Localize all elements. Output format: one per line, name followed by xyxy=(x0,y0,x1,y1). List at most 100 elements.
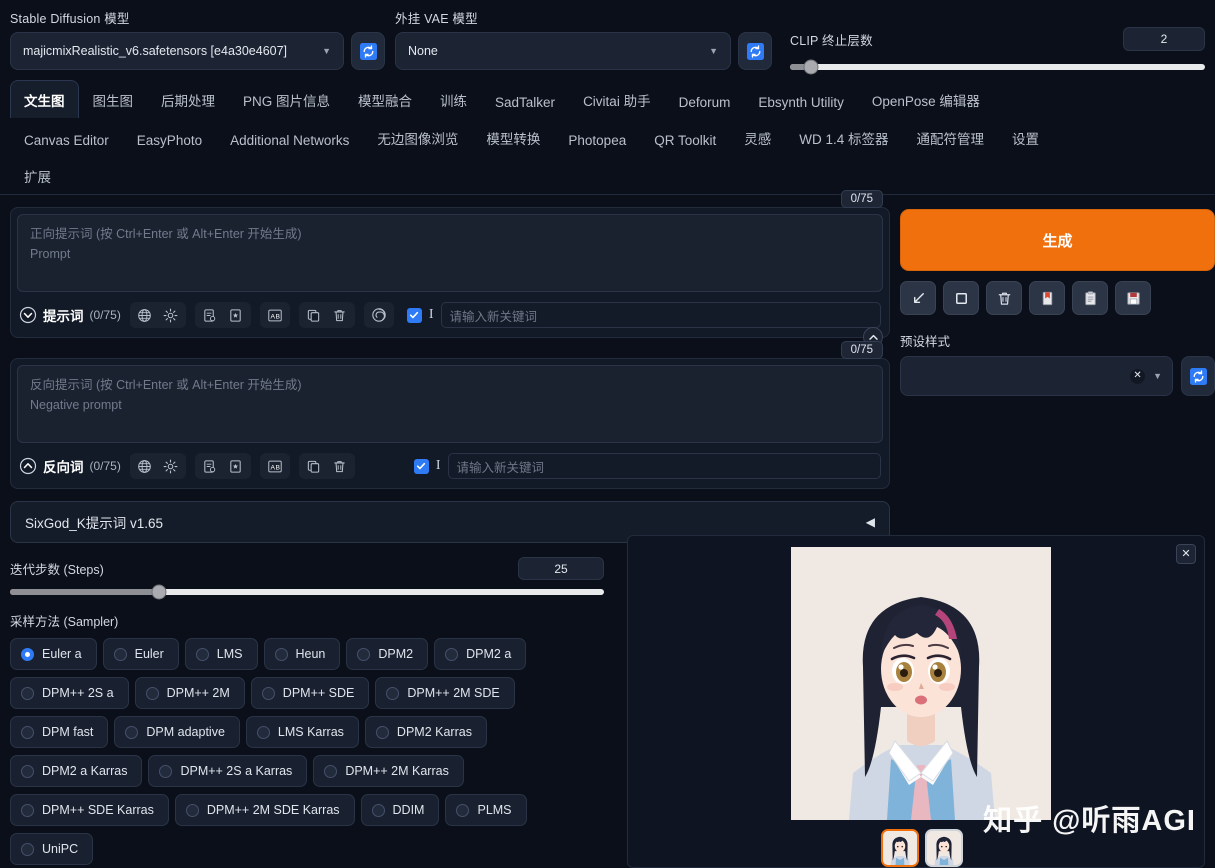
sampler-option-dpm2-a[interactable]: DPM2 a xyxy=(434,638,527,670)
radio-icon xyxy=(21,725,34,739)
tab-Ebsynth Utility[interactable]: Ebsynth Utility xyxy=(744,85,858,118)
tab-文生图[interactable]: 文生图 xyxy=(10,80,79,118)
sampler-option-dpm2[interactable]: DPM2 xyxy=(346,638,429,670)
clip-skip-value[interactable]: 2 xyxy=(1123,27,1205,51)
refresh-vae-button[interactable] xyxy=(738,32,772,70)
tab-图生图[interactable]: 图生图 xyxy=(79,80,148,118)
tab-WD 1.4 标签器[interactable]: WD 1.4 标签器 xyxy=(785,118,902,156)
copy-icon[interactable] xyxy=(303,456,325,476)
sampler-option-dpm-2m-karras[interactable]: DPM++ 2M Karras xyxy=(313,755,464,787)
sampler-option-label: DPM2 a Karras xyxy=(42,764,128,778)
generate-button[interactable]: 生成 xyxy=(900,209,1215,271)
trash-icon[interactable] xyxy=(329,456,351,476)
spiral-icon[interactable] xyxy=(368,305,390,325)
vae-model-select[interactable]: None ▼ xyxy=(395,32,731,70)
sampler-option-dpm-2m[interactable]: DPM++ 2M xyxy=(134,677,245,709)
tab-Additional Networks[interactable]: Additional Networks xyxy=(216,123,363,156)
sampler-option-dpm-2s-a-karras[interactable]: DPM++ 2S a Karras xyxy=(148,755,308,787)
sampler-option-heun[interactable]: Heun xyxy=(263,638,341,670)
styles-select[interactable]: ✕ ▼ xyxy=(900,356,1173,396)
gear-icon[interactable] xyxy=(160,456,182,476)
sampler-option-dpm-sde[interactable]: DPM++ SDE xyxy=(250,677,370,709)
radio-icon xyxy=(445,647,459,661)
thumbnail-1[interactable] xyxy=(925,829,963,867)
sampler-option-euler-a[interactable]: Euler a xyxy=(10,638,97,670)
bookmark-icon[interactable] xyxy=(225,305,247,325)
tab-PNG 图片信息[interactable]: PNG 图片信息 xyxy=(229,80,344,118)
sd-model-select[interactable]: majicmixRealistic_v6.safetensors [e4a30e… xyxy=(10,32,344,70)
sampler-option-dpm-2s-a[interactable]: DPM++ 2S a xyxy=(10,677,129,709)
square-icon-button[interactable] xyxy=(943,281,979,315)
globe-icon[interactable] xyxy=(134,456,156,476)
sampler-option-euler[interactable]: Euler xyxy=(102,638,179,670)
sampler-option-lms[interactable]: LMS xyxy=(184,638,258,670)
generated-image[interactable] xyxy=(791,547,1051,820)
keyword-enable-checkbox[interactable] xyxy=(406,307,422,323)
sampler-option-dpm2-a-karras[interactable]: DPM2 a Karras xyxy=(10,755,143,787)
sampler-option-dpm2-karras[interactable]: DPM2 Karras xyxy=(364,716,487,748)
copy-icon[interactable] xyxy=(303,305,325,325)
sampler-option-dpm-sde-karras[interactable]: DPM++ SDE Karras xyxy=(10,794,169,826)
tab-后期处理[interactable]: 后期处理 xyxy=(147,80,229,118)
clip-skip-slider[interactable] xyxy=(790,59,1205,75)
tab-SadTalker[interactable]: SadTalker xyxy=(481,85,569,118)
tab-扩展[interactable]: 扩展 xyxy=(10,156,65,194)
keyword-input[interactable]: 请输入新关键词 xyxy=(440,302,881,328)
sampler-option-dpm-fast[interactable]: DPM fast xyxy=(10,716,109,748)
tab-OpenPose 编辑器[interactable]: OpenPose 编辑器 xyxy=(858,80,994,118)
sampler-option-label: DPM++ 2S a Karras xyxy=(180,764,293,778)
document-icon[interactable] xyxy=(199,456,221,476)
prompt-section-header[interactable]: 提示词 (0/75) xyxy=(19,305,121,325)
arrow-down-left-icon-button[interactable] xyxy=(900,281,936,315)
radio-icon xyxy=(375,725,389,739)
preview-close-button[interactable]: ✕ xyxy=(1176,544,1196,564)
translate-icon[interactable]: AB xyxy=(264,456,286,476)
tab-模型融合[interactable]: 模型融合 xyxy=(344,80,426,118)
clipboard-icon-button[interactable] xyxy=(1072,281,1108,315)
trash-icon[interactable] xyxy=(329,305,351,325)
negative-keyword-enable-checkbox[interactable] xyxy=(413,458,429,474)
tab-模型转换[interactable]: 模型转换 xyxy=(472,118,554,156)
thumbnail-0[interactable] xyxy=(881,829,919,867)
globe-icon[interactable] xyxy=(134,305,156,325)
sampler-option-dpm-2m-sde[interactable]: DPM++ 2M SDE xyxy=(375,677,515,709)
trash-icon-button[interactable] xyxy=(986,281,1022,315)
negative-prompt-input[interactable]: 反向提示词 (按 Ctrl+Enter 或 Alt+Enter 开始生成) Ne… xyxy=(17,365,883,443)
translate-icon[interactable]: AB xyxy=(264,305,286,325)
save-icon-button[interactable] xyxy=(1115,281,1151,315)
chevron-down-icon: ▼ xyxy=(1153,371,1162,381)
negative-keyword-input[interactable]: 请输入新关键词 xyxy=(447,453,881,479)
bookmark-icon[interactable] xyxy=(225,456,247,476)
tab-Deforum[interactable]: Deforum xyxy=(665,85,745,118)
sampler-option-plms[interactable]: PLMS xyxy=(445,794,527,826)
tab-通配符管理[interactable]: 通配符管理 xyxy=(903,118,999,156)
sampler-option-dpm-2m-sde-karras[interactable]: DPM++ 2M SDE Karras xyxy=(174,794,355,826)
gear-icon[interactable] xyxy=(160,305,182,325)
prompt-input[interactable]: 正向提示词 (按 Ctrl+Enter 或 Alt+Enter 开始生成) Pr… xyxy=(17,214,883,292)
tab-Civitai 助手[interactable]: Civitai 助手 xyxy=(569,80,665,118)
clear-x-icon[interactable]: ✕ xyxy=(1130,368,1146,384)
tab-灵感[interactable]: 灵感 xyxy=(730,118,785,156)
tab-EasyPhoto[interactable]: EasyPhoto xyxy=(123,123,216,156)
tab-Canvas Editor[interactable]: Canvas Editor xyxy=(10,123,123,156)
steps-slider[interactable] xyxy=(10,584,604,600)
document-icon[interactable] xyxy=(199,305,221,325)
bookmark-red-icon xyxy=(1042,291,1052,305)
tab-无边图像浏览[interactable]: 无边图像浏览 xyxy=(363,118,472,156)
sampler-option-lms-karras[interactable]: LMS Karras xyxy=(245,716,359,748)
negative-section-header[interactable]: 反向词 (0/75) xyxy=(19,456,121,476)
sampler-option-ddim[interactable]: DDIM xyxy=(360,794,440,826)
refresh-styles-button[interactable] xyxy=(1181,356,1215,396)
tab-QR Toolkit[interactable]: QR Toolkit xyxy=(640,123,730,156)
refresh-sd-model-button[interactable] xyxy=(351,32,385,70)
tab-设置[interactable]: 设置 xyxy=(998,118,1053,156)
accordion-arrow-icon: ◀ xyxy=(865,515,875,529)
steps-value[interactable]: 25 xyxy=(518,557,604,580)
bookmark-red-icon-button[interactable] xyxy=(1029,281,1065,315)
steps-slider-knob[interactable] xyxy=(151,584,166,600)
tab-Photopea[interactable]: Photopea xyxy=(554,123,640,156)
sampler-option-dpm-adaptive[interactable]: DPM adaptive xyxy=(114,716,240,748)
sampler-option-unipc[interactable]: UniPC xyxy=(10,833,94,865)
clip-skip-slider-knob[interactable] xyxy=(803,59,819,75)
tab-训练[interactable]: 训练 xyxy=(426,80,481,118)
